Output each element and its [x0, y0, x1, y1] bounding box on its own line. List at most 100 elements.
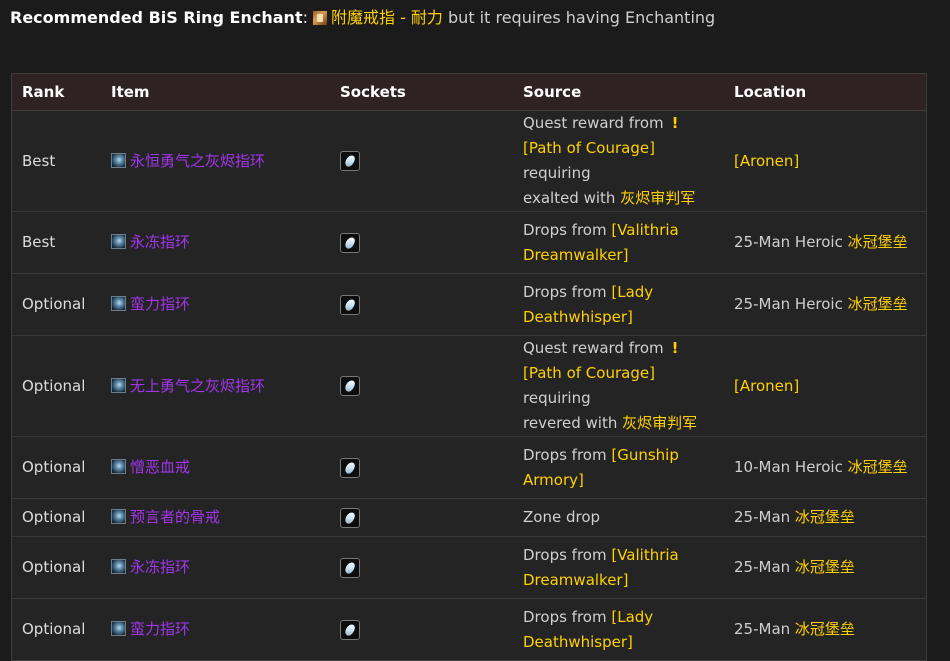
source-cell: Quest reward from! [Path of Courage] requ… [513, 111, 724, 212]
header-item: Item [101, 73, 330, 111]
location-prefix: 25-Man [734, 620, 795, 638]
header-sockets: Sockets [330, 73, 513, 111]
faction-link[interactable]: 灰烬审判军 [622, 414, 697, 432]
location-cell: [Aronen] [724, 336, 927, 437]
prismatic-socket-gem-icon[interactable] [340, 507, 360, 528]
rank-text: Best [22, 233, 56, 251]
enchant-requirement-text: but it requires having Enchanting [442, 8, 716, 27]
prismatic-socket-gem-icon[interactable] [340, 232, 360, 253]
location-link[interactable]: 冰冠堡垒 [795, 508, 855, 526]
ring-item-icon[interactable] [111, 509, 126, 524]
enchant-scroll-icon[interactable] [311, 10, 328, 26]
quest-exclamation-icon: ! [671, 114, 679, 132]
sockets-cell [330, 499, 513, 537]
sockets-cell [330, 274, 513, 336]
location-link[interactable]: 冰冠堡垒 [848, 458, 908, 476]
bis-ring-table: Rank Item Sockets Source Location Best 永恒… [11, 73, 927, 661]
item-cell: 憎恶血戒 [101, 437, 330, 499]
item-link[interactable]: 预言者的骨戒 [130, 508, 220, 526]
item-link[interactable]: 永冻指环 [130, 233, 190, 251]
prismatic-socket-gem-icon[interactable] [340, 457, 360, 478]
ring-item-icon[interactable] [111, 377, 126, 393]
rank-text: Optional [22, 558, 86, 576]
item-cell: 蛮力指环 [101, 599, 330, 661]
source-prefix: Drops from [523, 545, 612, 564]
sockets-cell [330, 537, 513, 599]
source-cell: Drops from [Gunship Armory] [513, 437, 724, 499]
rank-cell: Best [12, 111, 102, 212]
item-cell: 永冻指环 [101, 537, 330, 599]
rank-cell: Optional [12, 499, 102, 537]
table-header-row: Rank Item Sockets Source Location [11, 73, 927, 111]
header-location: Location [724, 73, 927, 111]
item-link[interactable]: 蛮力指环 [130, 295, 190, 313]
location-cell: 10-Man Heroic 冰冠堡垒 [724, 437, 927, 499]
table-row: Optional 憎恶血戒 Drops from [Gunship Armory] 1… [11, 436, 927, 499]
quest-link[interactable]: [Path of Courage] [523, 139, 655, 157]
ring-item-icon[interactable] [111, 296, 126, 311]
source-prefix: Quest reward from [523, 114, 664, 132]
location-link[interactable]: 冰冠堡垒 [795, 558, 855, 576]
location-cell: 25-Man Heroic 冰冠堡垒 [724, 212, 927, 274]
prismatic-socket-gem-icon[interactable] [340, 619, 360, 640]
location-cell: 25-Man 冰冠堡垒 [724, 499, 927, 537]
item-cell: 蛮力指环 [101, 274, 330, 336]
item-link[interactable]: 无上勇气之灰烬指环 [130, 377, 265, 395]
table-row: Optional 无上勇气之灰烬指环 Quest reward from! [Path… [11, 335, 927, 437]
prismatic-socket-gem-icon[interactable] [340, 294, 360, 315]
header-source: Source [513, 73, 724, 111]
sockets-cell [330, 212, 513, 274]
prismatic-socket-gem-icon[interactable] [340, 376, 360, 396]
prismatic-socket-gem-icon[interactable] [340, 151, 360, 171]
rank-cell: Optional [12, 437, 102, 499]
source-cell: Zone drop [513, 499, 724, 537]
location-prefix: 25-Man Heroic [734, 295, 848, 313]
quest-link[interactable]: [Path of Courage] [523, 364, 655, 382]
rank-text: Best [22, 151, 56, 170]
source-prefix: Zone drop [523, 508, 601, 526]
quest-exclamation-icon: ! [671, 339, 679, 357]
header-rank: Rank [11, 73, 101, 111]
location-prefix: 25-Man Heroic [734, 233, 848, 251]
location-link[interactable]: [Aronen] [734, 377, 799, 395]
rank-text: Optional [22, 458, 86, 476]
table-row: Best 永冻指环 Drops from [Valithria Dreamwalke… [11, 211, 927, 274]
table-row: Best 永恒勇气之灰烬指环 Quest reward from! [Path of … [11, 110, 927, 212]
source-cell: Drops from [Valithria Dreamwalker] [513, 537, 724, 599]
source-requiring: requiring [523, 164, 591, 182]
item-link[interactable]: 蛮力指环 [130, 620, 190, 638]
ring-item-icon[interactable] [111, 559, 126, 574]
location-cell: 25-Man 冰冠堡垒 [724, 537, 927, 599]
recommended-colon: : [302, 8, 308, 27]
location-cell: 25-Man Heroic 冰冠堡垒 [724, 274, 927, 336]
location-link[interactable]: 冰冠堡垒 [795, 620, 855, 638]
location-link[interactable]: 冰冠堡垒 [848, 233, 908, 251]
faction-link[interactable]: 灰烬审判军 [620, 189, 695, 207]
location-prefix: 10-Man Heroic [734, 458, 848, 476]
rank-cell: Optional [12, 336, 102, 437]
rank-text: Optional [22, 295, 86, 313]
rank-cell: Optional [12, 599, 102, 661]
source-prefix: Drops from [523, 445, 612, 464]
location-link[interactable]: 冰冠堡垒 [848, 295, 908, 313]
source-standing: revered with [523, 414, 623, 432]
table-row: Optional 永冻指环 Drops from [Valithria Dreamw… [11, 536, 927, 599]
location-cell: [Aronen] [724, 111, 927, 212]
ring-item-icon[interactable] [111, 234, 126, 249]
ring-item-icon[interactable] [111, 459, 126, 474]
sockets-cell [330, 599, 513, 661]
item-link[interactable]: 永恒勇气之灰烬指环 [130, 152, 265, 170]
table-row: Optional 蛮力指环 Drops from [Lady Deathwhispe… [11, 598, 927, 661]
item-link[interactable]: 憎恶血戒 [130, 458, 190, 476]
location-link[interactable]: [Aronen] [734, 152, 799, 170]
ring-item-icon[interactable] [111, 152, 126, 168]
rank-cell: Optional [12, 274, 102, 336]
item-link[interactable]: 永冻指环 [130, 558, 190, 576]
prismatic-socket-gem-icon[interactable] [340, 557, 360, 578]
item-cell: 无上勇气之灰烬指环 [101, 336, 330, 437]
table-row: Optional 预言者的骨戒 Zone drop 25-Man 冰冠堡垒 [11, 498, 927, 537]
source-cell: Quest reward from! [Path of Courage] requ… [513, 336, 724, 437]
enchant-link[interactable]: 附魔戒指 - 耐力 [331, 8, 443, 27]
source-prefix: Drops from [523, 220, 612, 239]
sockets-cell [330, 437, 513, 499]
